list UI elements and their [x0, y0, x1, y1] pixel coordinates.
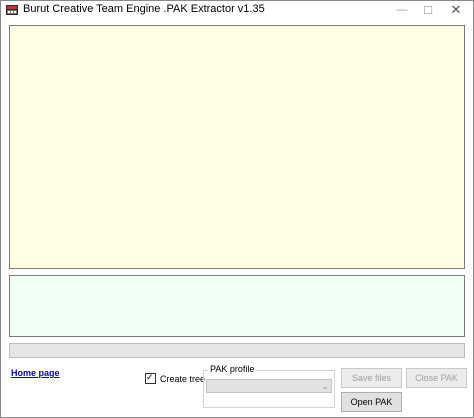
progress-bar: [9, 343, 465, 358]
log-panel[interactable]: [9, 275, 465, 337]
create-tree-checkbox[interactable]: ✓: [145, 372, 156, 384]
file-list[interactable]: [9, 25, 465, 269]
save-files-button[interactable]: Save files: [341, 368, 402, 388]
open-pak-button[interactable]: Open PAK: [341, 392, 402, 412]
chevron-down-icon[interactable]: ⌄: [321, 380, 329, 392]
checkmark-icon: ✓: [146, 372, 154, 382]
client-area: Home page ✓ Create tree PAK profile ⌄ Sa…: [1, 19, 473, 417]
create-tree-label: Create tree: [160, 373, 206, 384]
title-bar[interactable]: Burut Creative Team Engine .PAK Extracto…: [1, 1, 473, 19]
maximize-button[interactable]: ☐: [413, 1, 443, 19]
home-page-link[interactable]: Home page: [11, 368, 60, 378]
window-title: Burut Creative Team Engine .PAK Extracto…: [23, 3, 265, 15]
close-pak-button[interactable]: Close PAK: [406, 368, 467, 388]
pak-profile-group: PAK profile ⌄: [203, 364, 335, 408]
pak-profile-select[interactable]: ⌄: [206, 379, 332, 393]
create-tree-option[interactable]: ✓ Create tree: [145, 372, 206, 384]
app-film-icon[interactable]: [5, 3, 19, 17]
pak-profile-label: PAK profile: [208, 364, 257, 374]
close-button[interactable]: ✕: [441, 1, 471, 19]
main-window: Burut Creative Team Engine .PAK Extracto…: [0, 0, 474, 418]
